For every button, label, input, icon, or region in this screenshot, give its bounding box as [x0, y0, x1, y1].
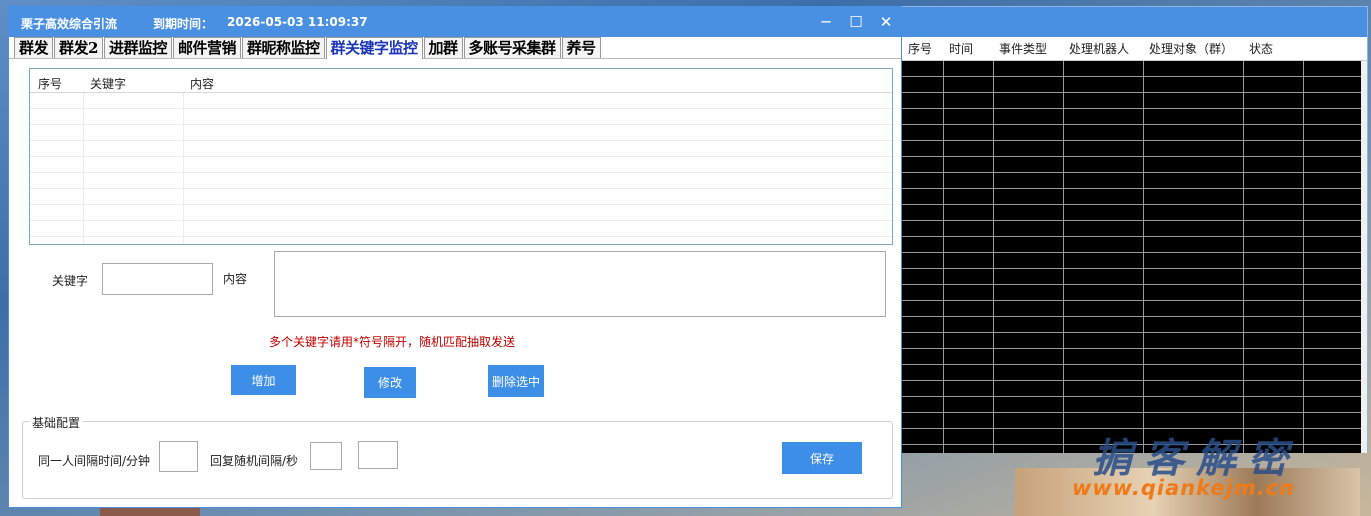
content-label: 内容 — [223, 272, 248, 286]
log-col-robot[interactable]: 处理机器人 — [1062, 40, 1142, 57]
table-row[interactable] — [30, 125, 892, 141]
delete-selected-button[interactable]: 删除选中 — [488, 365, 544, 397]
keyword-table[interactable]: 序号 关键字 内容 — [29, 68, 893, 245]
table-row[interactable] — [30, 189, 892, 205]
tab-mass-send-2[interactable]: 群发2 — [54, 37, 103, 58]
tab-group-keyword-monitor[interactable]: 群关键字监控 — [325, 37, 423, 59]
expire-label: 到期时间： — [153, 17, 214, 31]
interval-input[interactable] — [159, 441, 198, 472]
tab-bar: 群发 群发2 进群监控 邮件营销 群昵称监控 群关键字监控 加群 多账号采集群 … — [9, 37, 901, 59]
minimize-icon[interactable]: ─ — [811, 7, 841, 37]
tab-group-nickname-monitor[interactable]: 群昵称监控 — [241, 37, 325, 58]
log-col-time[interactable]: 时间 — [942, 40, 992, 57]
table-row[interactable] — [30, 157, 892, 173]
maximize-icon[interactable]: ☐ — [841, 7, 871, 37]
interval-label: 同一人间隔时间/分钟 — [38, 454, 151, 468]
col-content[interactable]: 内容 — [190, 75, 214, 92]
keyword-label: 关键字 — [52, 274, 89, 288]
reply-interval-label: 回复随机间隔/秒 — [210, 454, 299, 468]
table-row[interactable] — [30, 221, 892, 237]
tab-account-nurture[interactable]: 养号 — [561, 37, 601, 58]
app-title: 栗子高效综合引流 — [21, 17, 118, 31]
titlebar: 栗子高效综合引流 到期时间： 2026-05-03 11:09:37 ─ ☐ ✕ — [9, 7, 901, 37]
save-button[interactable]: 保存 — [782, 442, 862, 474]
content-textarea[interactable] — [274, 251, 886, 317]
keyword-input[interactable] — [102, 263, 213, 295]
tab-join-group-monitor[interactable]: 进群监控 — [103, 37, 172, 58]
tab-multi-account-collect[interactable]: 多账号采集群 — [463, 37, 561, 58]
tab-mass-send[interactable]: 群发 — [14, 37, 54, 58]
modify-button[interactable]: 修改 — [364, 367, 416, 398]
expire-value: 2026-05-03 11:09:37 — [227, 15, 368, 29]
add-button[interactable]: 增加 — [231, 365, 296, 395]
log-scrollbar[interactable] — [1361, 61, 1367, 453]
keyword-table-header: 序号 关键字 内容 — [30, 69, 892, 93]
table-row[interactable] — [30, 173, 892, 189]
col-index[interactable]: 序号 — [38, 75, 62, 92]
tab-email-marketing[interactable]: 邮件营销 — [172, 37, 241, 58]
table-row[interactable] — [30, 205, 892, 221]
desktop-background-detail — [100, 508, 200, 516]
reply-max-input[interactable] — [358, 441, 398, 469]
col-keyword[interactable]: 关键字 — [90, 75, 126, 92]
main-window: 栗子高效综合引流 到期时间： 2026-05-03 11:09:37 ─ ☐ ✕… — [8, 6, 902, 508]
log-table-body[interactable] — [902, 61, 1363, 453]
tab-join-group[interactable]: 加群 — [423, 37, 463, 58]
reply-min-input[interactable] — [310, 442, 342, 470]
close-icon[interactable]: ✕ — [871, 7, 901, 37]
log-col-status[interactable]: 状态 — [1242, 40, 1302, 57]
basic-config-group — [22, 421, 893, 499]
watermark-url: www.qiankejm.cn — [1072, 476, 1296, 500]
log-col-index[interactable]: 序号 — [901, 40, 942, 57]
log-window: 序号 时间 事件类型 处理机器人 处理对象（群） 状态 — [900, 6, 1368, 453]
log-table-header: 序号 时间 事件类型 处理机器人 处理对象（群） 状态 — [901, 37, 1367, 61]
table-row[interactable] — [30, 93, 892, 109]
table-row[interactable] — [30, 141, 892, 157]
log-col-target-group[interactable]: 处理对象（群） — [1142, 40, 1242, 57]
table-row[interactable] — [30, 109, 892, 125]
log-window-titlebar — [901, 7, 1367, 37]
keyword-hint: 多个关键字请用*符号隔开，随机匹配抽取发送 — [269, 335, 516, 349]
log-col-event-type[interactable]: 事件类型 — [992, 40, 1062, 57]
basic-config-legend: 基础配置 — [29, 414, 84, 431]
